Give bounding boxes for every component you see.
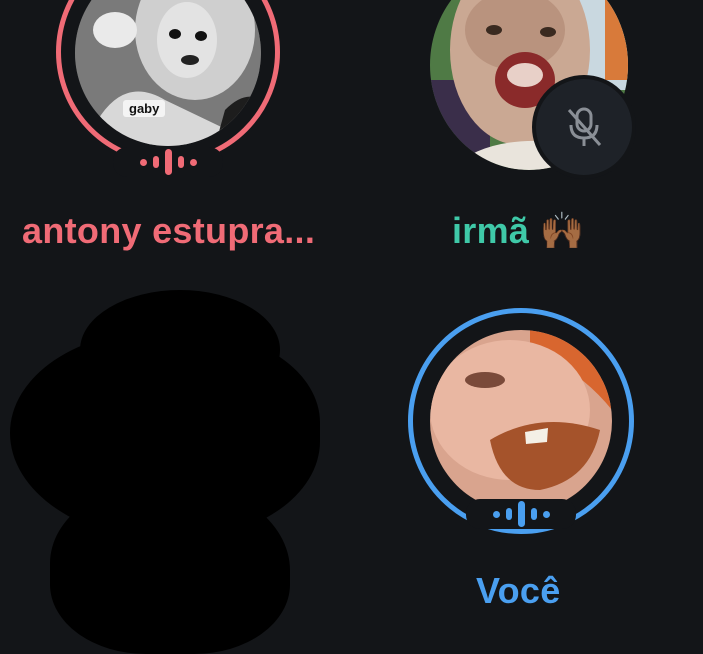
participant-tile-redacted[interactable] — [0, 290, 340, 654]
audio-level-bar — [530, 508, 537, 520]
mic-off-icon — [567, 107, 602, 146]
participant-tile-antony[interactable]: gaby antony estupra... — [0, 0, 340, 270]
redaction-blob — [80, 290, 280, 410]
audio-level-dot — [139, 158, 147, 166]
audio-level-bar — [505, 508, 512, 520]
participant-name: antony estupra... — [22, 210, 316, 251]
audio-level-dot — [542, 510, 550, 518]
avatar-sticker-label: gaby — [123, 100, 166, 117]
avatar-image — [430, 330, 612, 512]
speaking-indicator — [113, 147, 223, 177]
audio-level-bar — [164, 149, 172, 175]
participant-name: Você — [476, 570, 561, 611]
participant-name: irmã 🙌🏾 — [452, 210, 585, 251]
speaking-indicator — [466, 499, 576, 529]
redaction-blob — [50, 480, 290, 654]
audio-level-bar — [152, 156, 159, 168]
participant-tile-irma[interactable]: irmã 🙌🏾 — [360, 0, 703, 270]
audio-level-dot — [189, 158, 197, 166]
audio-level-dot — [492, 510, 500, 518]
audio-level-bar — [177, 156, 184, 168]
audio-level-bar — [517, 501, 525, 527]
muted-badge — [532, 75, 636, 179]
voice-call-grid: gaby antony estupra... irmã 🙌🏾 Você — [0, 0, 703, 654]
avatar — [430, 330, 612, 512]
participant-tile-voce[interactable]: Você — [360, 290, 703, 654]
